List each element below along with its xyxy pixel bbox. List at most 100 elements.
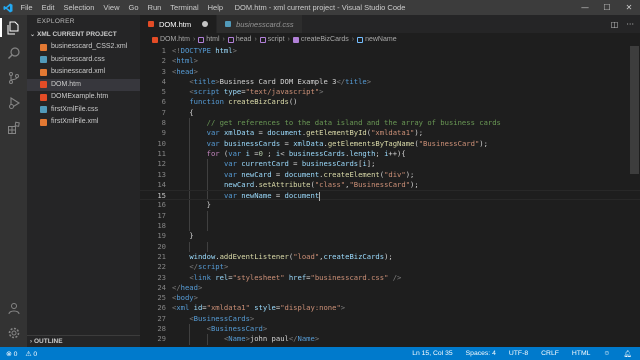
menu-go[interactable]: Go bbox=[124, 3, 143, 12]
menu-terminal[interactable]: Terminal bbox=[166, 3, 203, 12]
warnings-indicator[interactable]: ⚠ 0 bbox=[25, 350, 37, 358]
more-actions-icon[interactable]: ··· bbox=[626, 20, 634, 29]
menu-view[interactable]: View bbox=[99, 3, 124, 12]
cursor-position[interactable]: Ln 15, Col 35 bbox=[412, 350, 452, 357]
editor-area: DOM.htm businesscard.css ◫ ··· DOM.htm ›… bbox=[140, 15, 640, 347]
code-text: </script> bbox=[189, 262, 229, 272]
line-number: 13 bbox=[157, 169, 166, 179]
element-icon bbox=[198, 36, 205, 43]
code-line: 21 window.addEventListener("load",create… bbox=[140, 252, 640, 262]
breadcrumb-item[interactable]: html bbox=[198, 36, 220, 43]
source-control-icon[interactable] bbox=[0, 65, 27, 90]
scrollbar-thumb[interactable] bbox=[630, 46, 639, 174]
encoding[interactable]: UTF-8 bbox=[509, 350, 528, 357]
menu-run[interactable]: Run bbox=[143, 3, 166, 12]
line-number: 19 bbox=[157, 231, 166, 241]
line-number: 3 bbox=[161, 66, 166, 76]
code-text: <!DOCTYPE html> bbox=[172, 46, 237, 55]
code-line: 17 bbox=[140, 210, 640, 222]
search-icon[interactable] bbox=[0, 40, 27, 65]
editor-scrollbar[interactable] bbox=[628, 46, 640, 347]
line-number: 5 bbox=[161, 87, 166, 97]
file-item[interactable]: firstXmlFile.xml bbox=[27, 116, 140, 129]
file-item[interactable]: businesscard.css bbox=[27, 54, 140, 67]
line-number: 15 bbox=[157, 191, 166, 201]
minimize-button[interactable]: — bbox=[574, 0, 596, 15]
extensions-icon[interactable] bbox=[0, 115, 27, 140]
explorer-icon[interactable] bbox=[0, 15, 27, 40]
code-line: 3 <head> bbox=[140, 67, 640, 77]
line-number: 29 bbox=[157, 334, 166, 344]
smiley-icon[interactable]: ☺ bbox=[603, 350, 610, 357]
code-text: } bbox=[172, 200, 211, 210]
file-item[interactable]: DOM.htm bbox=[27, 78, 140, 91]
settings-gear-icon[interactable] bbox=[0, 320, 27, 345]
activity-bar bbox=[0, 15, 27, 347]
code-line: 11 for (var i =0 ; i< businessCards.leng… bbox=[140, 148, 640, 160]
code-text: var newCard = document.createElement("di… bbox=[223, 169, 415, 179]
breadcrumb-item[interactable]: DOM.htm bbox=[152, 36, 190, 43]
bell-icon[interactable]: 🔔︎ bbox=[623, 350, 632, 358]
css-file-icon bbox=[225, 21, 232, 27]
indentation[interactable]: Spaces: 4 bbox=[466, 350, 496, 357]
code-text: <Name>john paul</Name> bbox=[223, 334, 320, 344]
code-line: 1 <!DOCTYPE html> bbox=[140, 46, 640, 56]
chevron-down-icon: ⌄ bbox=[30, 32, 36, 38]
explorer-sidebar: EXPLORER ⌄ XML CURRENT PROJECT businessc… bbox=[27, 15, 140, 347]
window-controls: — ☐ ✕ bbox=[574, 0, 640, 15]
file-item[interactable]: businesscard_CSS2.xml bbox=[27, 41, 140, 54]
breadcrumb-item[interactable]: script bbox=[259, 36, 285, 43]
code-text: function createBizCards() bbox=[189, 97, 298, 107]
account-icon[interactable] bbox=[0, 295, 27, 320]
code-text: { bbox=[172, 107, 194, 117]
code-line: 13 var newCard = document.createElement(… bbox=[140, 169, 640, 180]
chevron-right-icon: › bbox=[254, 36, 257, 43]
line-number: 12 bbox=[157, 159, 166, 169]
line-number: 7 bbox=[161, 107, 166, 117]
tab-dom-htm[interactable]: DOM.htm bbox=[140, 15, 218, 33]
close-window-button[interactable]: ✕ bbox=[618, 0, 640, 15]
tab-label: DOM.htm bbox=[159, 19, 192, 29]
file-name: businesscard.xml bbox=[51, 68, 106, 75]
unsaved-dot-icon[interactable] bbox=[202, 21, 209, 27]
breadcrumb: DOM.htm › html › head › script › createB… bbox=[140, 33, 640, 46]
element-icon bbox=[259, 36, 266, 43]
code-line: 28 <BusinessCard> bbox=[140, 324, 640, 335]
language-mode[interactable]: HTML bbox=[572, 350, 591, 357]
file-item[interactable]: DOMExample.htm bbox=[27, 91, 140, 104]
xml-file-icon bbox=[40, 43, 47, 51]
line-number: 21 bbox=[157, 251, 166, 261]
code-text: // get references to the data island and… bbox=[206, 118, 501, 128]
line-number: 11 bbox=[157, 148, 166, 158]
project-folder-header[interactable]: ⌄ XML CURRENT PROJECT bbox=[27, 29, 140, 41]
tab-businesscard-css[interactable]: businesscard.css bbox=[217, 15, 303, 33]
split-editor-icon[interactable]: ◫ bbox=[611, 20, 619, 29]
run-debug-icon[interactable] bbox=[0, 90, 27, 115]
file-item[interactable]: businesscard.xml bbox=[27, 66, 140, 79]
tab-label: businesscard.css bbox=[236, 19, 294, 29]
file-name: firstXmlFile.css bbox=[51, 105, 99, 113]
text-cursor bbox=[319, 191, 321, 201]
outline-section[interactable]: › OUTLINE bbox=[27, 335, 140, 347]
breadcrumb-item[interactable]: newName bbox=[357, 36, 397, 43]
chevron-right-icon: › bbox=[192, 36, 196, 43]
breadcrumb-item[interactable]: createBizCards bbox=[292, 36, 349, 43]
code-line: 25 <body> bbox=[140, 293, 640, 303]
maximize-button[interactable]: ☐ bbox=[596, 0, 618, 15]
line-number: 16 bbox=[157, 200, 166, 210]
code-line: 7 { bbox=[140, 108, 640, 118]
menu-help[interactable]: Help bbox=[203, 3, 227, 12]
code-text: var businessCards = xmlData.getElementsB… bbox=[206, 138, 488, 148]
menu-edit[interactable]: Edit bbox=[37, 3, 59, 12]
editor-actions: ◫ ··· bbox=[611, 15, 640, 33]
end-of-line[interactable]: CRLF bbox=[541, 350, 559, 357]
errors-indicator[interactable]: ⊗ 0 bbox=[6, 350, 17, 358]
breadcrumb-item[interactable]: head bbox=[227, 36, 251, 43]
menu-selection[interactable]: Selection bbox=[59, 3, 99, 12]
line-number: 8 bbox=[161, 118, 166, 128]
chevron-right-icon: › bbox=[287, 36, 290, 43]
file-item[interactable]: firstXmlFile.css bbox=[27, 104, 140, 117]
line-number: 2 bbox=[161, 56, 166, 66]
code-editor[interactable]: 1 <!DOCTYPE html> 2 <html> 3 <head> 4 <title>B… bbox=[140, 46, 640, 347]
menu-file[interactable]: File bbox=[16, 3, 37, 12]
